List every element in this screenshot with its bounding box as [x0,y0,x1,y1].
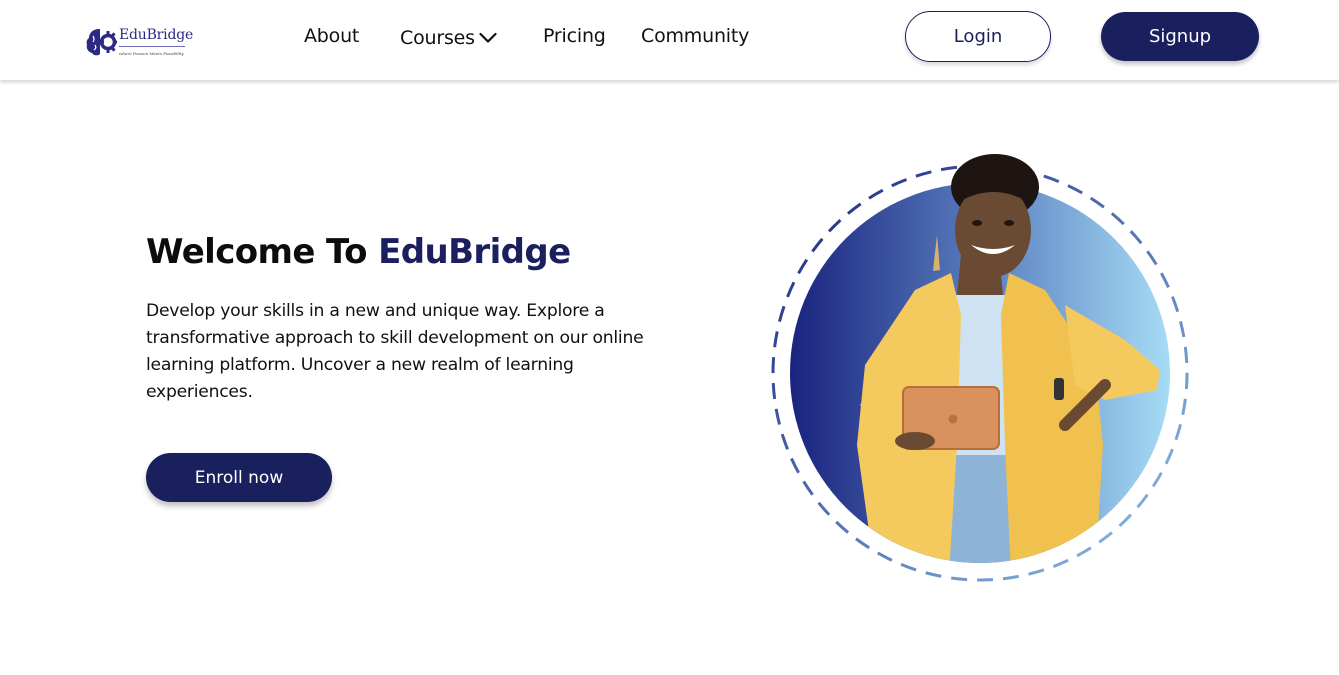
chevron-down-icon [479,32,497,43]
hero-description: Develop your skills in a new and unique … [146,301,644,402]
top-navbar: EduBridge where Passion Meets Possibilit… [0,0,1339,80]
nav-community[interactable]: Community [641,25,749,47]
hero-title-brand: EduBridge [378,232,571,272]
login-button[interactable]: Login [905,11,1051,62]
hero-illustration [771,154,1189,582]
nav-courses[interactable]: Courses [400,27,497,49]
enroll-now-button[interactable]: Enroll now [146,453,332,502]
logo-divider [119,46,185,47]
hero-title-prefix: Welcome To [146,232,379,272]
logo-wordmark: EduBridge [119,27,194,43]
nav-courses-label: Courses [400,27,475,49]
brand-logo[interactable]: EduBridge where Passion Meets Possibilit… [85,24,195,60]
nav-pricing[interactable]: Pricing [543,25,606,47]
hero-title: Welcome To EduBridge [146,232,571,272]
signup-button[interactable]: Signup [1101,12,1259,61]
nav-about[interactable]: About [304,25,359,47]
brain-gear-icon [86,29,117,56]
logo-tagline: where Passion Meets Possibility [119,51,184,56]
